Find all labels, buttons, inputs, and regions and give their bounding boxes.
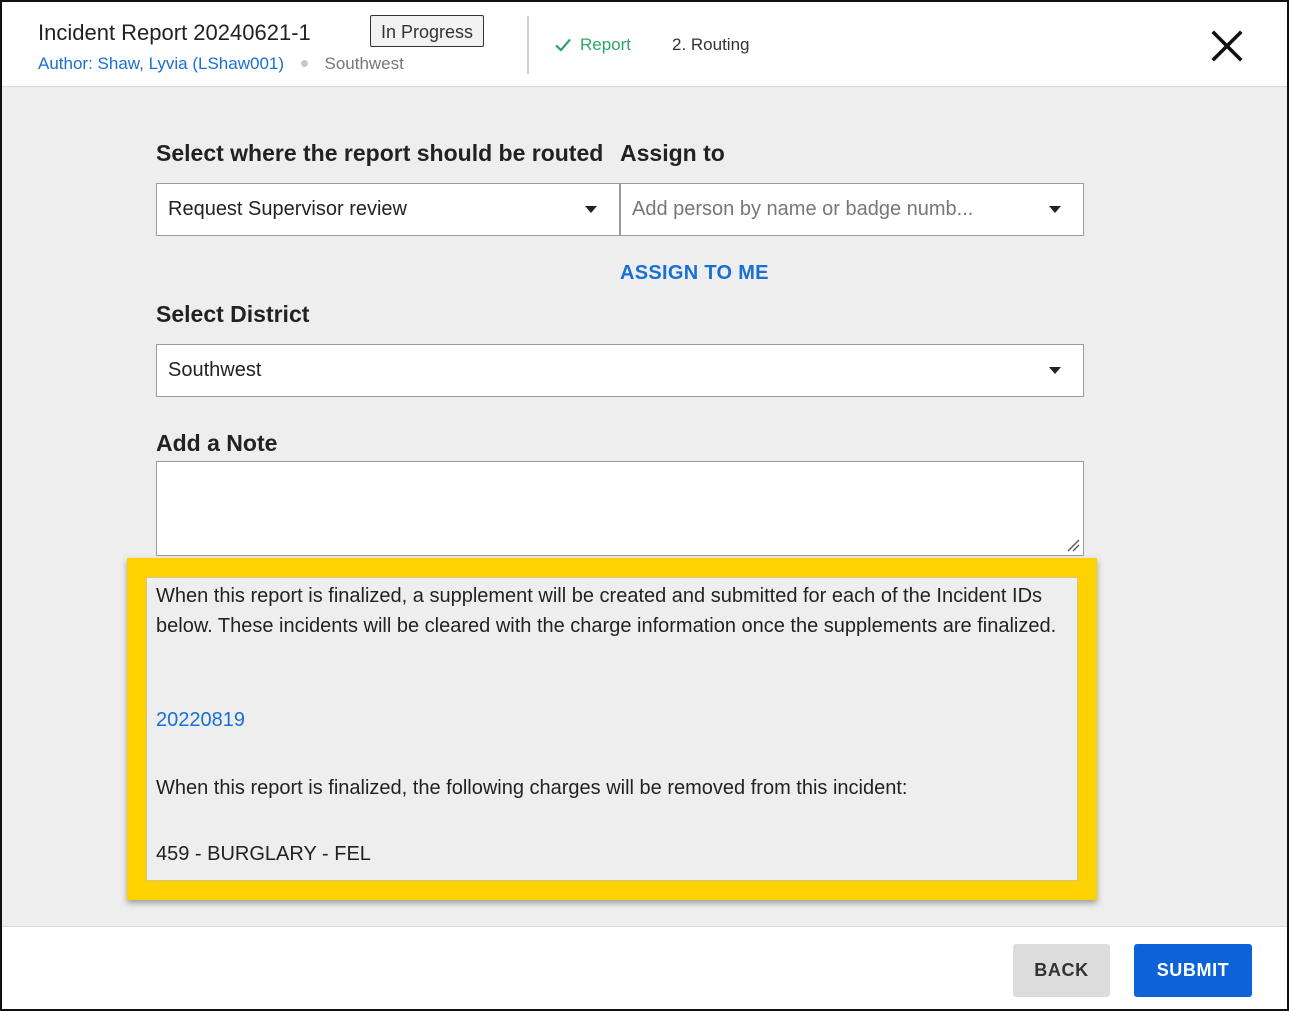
chevron-down-icon <box>1049 367 1061 374</box>
chevron-down-icon <box>1049 206 1061 213</box>
dialog-header: Incident Report 20240621-1 In Progress A… <box>2 2 1287 87</box>
chevron-down-icon <box>585 206 597 213</box>
close-icon <box>1211 30 1243 62</box>
step-report[interactable]: Report <box>554 35 631 55</box>
assign-label: Assign to <box>620 140 725 166</box>
note-label: Add a Note <box>156 430 278 456</box>
step-routing[interactable]: 2. Routing <box>672 35 750 55</box>
back-button[interactable]: BACK <box>1013 944 1110 997</box>
report-title: Incident Report 20240621-1 <box>38 20 311 45</box>
report-district: Southwest <box>324 54 404 73</box>
supplement-notice-text: When this report is finalized, a supplem… <box>156 585 1057 637</box>
assign-placeholder: Add person by name or badge numb... <box>632 198 974 220</box>
status-badge: In Progress <box>370 15 485 47</box>
separator-dot-icon <box>300 60 308 68</box>
checkmark-icon <box>555 38 571 52</box>
assign-to-me-button[interactable]: ASSIGN TO ME <box>620 262 769 285</box>
routing-dialog: Incident Report 20240621-1 In Progress A… <box>0 0 1289 1011</box>
route-select[interactable]: Request Supervisor review <box>156 183 620 236</box>
note-textarea[interactable] <box>156 461 1084 556</box>
district-select[interactable]: Southwest <box>156 344 1084 397</box>
district-label: Select District <box>156 301 310 327</box>
resize-grip-icon[interactable] <box>1066 538 1080 552</box>
incident-id-link[interactable]: 20220819 <box>156 709 245 732</box>
step-report-label: Report <box>580 35 632 54</box>
header-divider <box>527 16 529 74</box>
district-select-value: Southwest <box>168 359 262 381</box>
route-select-value: Request Supervisor review <box>168 198 407 220</box>
charge-item: 459 - BURGLARY - FEL <box>156 843 371 865</box>
assign-select[interactable]: Add person by name or badge numb... <box>620 183 1084 236</box>
author-link[interactable]: Author: Shaw, Lyvia (LShaw001) <box>38 54 284 73</box>
close-button[interactable] <box>1209 28 1245 64</box>
dialog-footer: BACK SUBMIT <box>2 926 1287 1009</box>
charges-notice-text: When this report is finalized, the follo… <box>156 777 908 799</box>
route-label: Select where the report should be routed <box>156 140 604 166</box>
submit-button[interactable]: SUBMIT <box>1134 944 1252 997</box>
report-meta: Author: Shaw, Lyvia (LShaw001) Southwest <box>38 54 404 74</box>
